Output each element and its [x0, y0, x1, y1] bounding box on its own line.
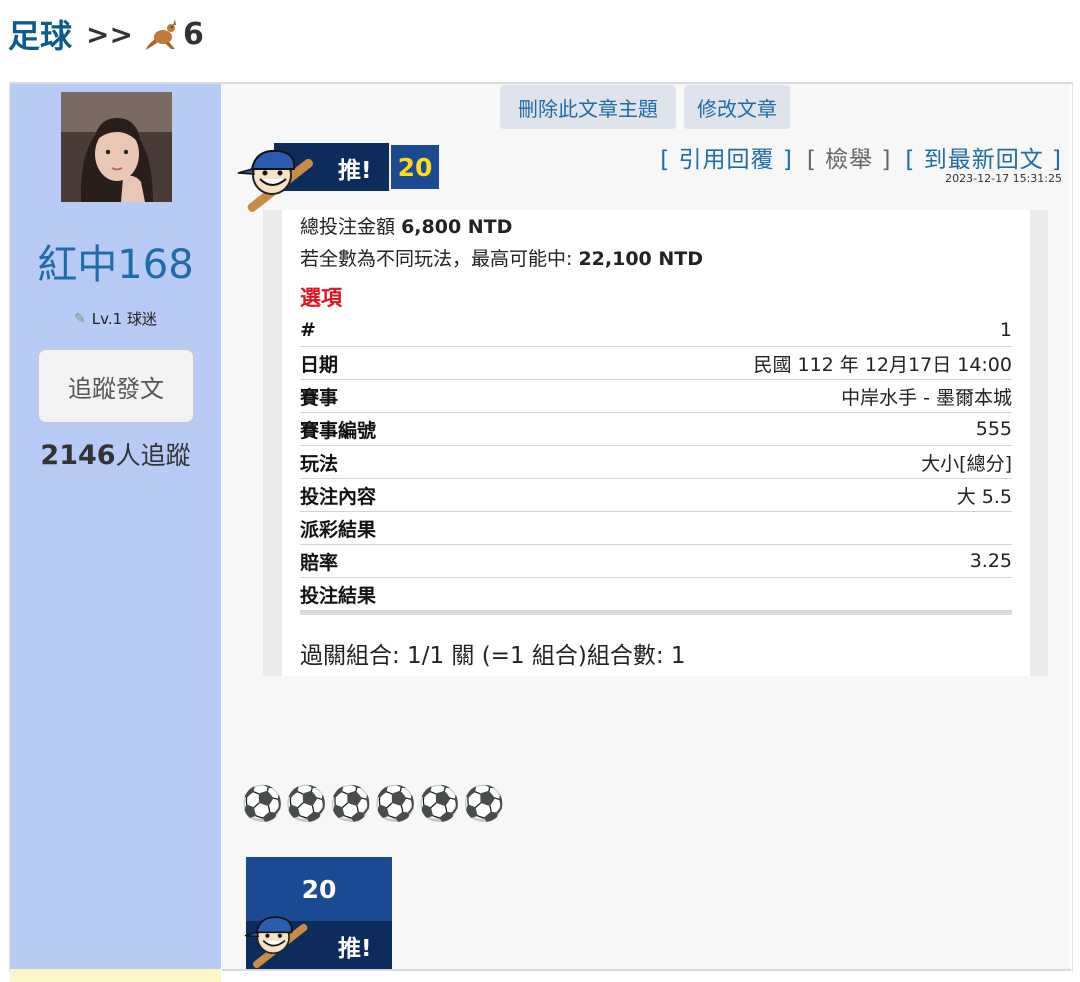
- followers-count: 2146人追蹤: [10, 436, 221, 472]
- push-count: 20: [391, 145, 439, 189]
- avatar-photo: [61, 92, 172, 202]
- row-value: 大小[總分]: [921, 452, 1012, 475]
- combo-summary: 過關組合: 1/1 關 (=1 組合)組合數: 1: [300, 643, 686, 669]
- row-key: 賽事: [300, 386, 339, 409]
- post-divider: [222, 969, 1071, 971]
- author-level: ✎ Lv.1 球迷: [10, 308, 221, 329]
- row-key: #: [300, 319, 316, 341]
- author-sidebar: [10, 84, 221, 969]
- soccer-ball-emojis: ⚽⚽⚽⚽⚽⚽: [241, 784, 508, 824]
- row-key: 玩法: [300, 452, 339, 475]
- followers-number: 2146: [40, 440, 116, 471]
- table-row: 賽事 中岸水手 - 墨爾本城: [300, 380, 1012, 413]
- table-row: 投注結果: [300, 578, 1012, 611]
- kangaroo-icon: [145, 19, 176, 50]
- baseball-mascot-icon: [237, 149, 313, 212]
- table-row: 派彩結果: [300, 512, 1012, 545]
- push-badge[interactable]: 推! 20: [237, 143, 441, 212]
- pencil-icon: ✎: [74, 310, 86, 327]
- edit-post-button[interactable]: 修改文章: [684, 85, 790, 129]
- follow-posts-button[interactable]: 追蹤發文: [38, 349, 194, 423]
- table-row: 賠率 3.25: [300, 545, 1012, 578]
- bet-max-win-label: 若全數為不同玩法，最高可能中:: [300, 248, 573, 270]
- bet-total-value: 6,800 NTD: [401, 216, 513, 238]
- row-value: 中岸水手 - 墨爾本城: [841, 386, 1012, 409]
- report-link[interactable]: [ 檢舉 ]: [807, 140, 892, 174]
- followers-label: 人追蹤: [115, 441, 191, 470]
- row-key: 投注內容: [300, 485, 377, 508]
- bet-total-label: 總投注金額: [300, 216, 396, 238]
- quote-reply-link[interactable]: [ 引用回覆 ]: [660, 140, 793, 174]
- row-value: 民國 112 年 12月17日 14:00: [753, 353, 1012, 376]
- row-value: 555: [975, 418, 1012, 440]
- delete-topic-button[interactable]: 刪除此文章主題: [500, 85, 676, 129]
- author-level-text: Lv.1 球迷: [91, 310, 157, 328]
- push-label-bottom: 推!: [338, 936, 372, 962]
- breadcrumb-root-link[interactable]: 足球: [8, 11, 72, 57]
- row-key: 派彩結果: [300, 518, 377, 541]
- bet-max-win: 若全數為不同玩法，最高可能中: 22,100 NTD: [300, 244, 703, 271]
- latest-reply-link[interactable]: [ 到最新回文 ]: [905, 140, 1062, 174]
- bet-table: #1 日期 民國 112 年 12月17日 14:00 賽事 中岸水手 - 墨爾本城…: [300, 314, 1012, 615]
- baseball-mascot-icon: [244, 916, 308, 969]
- bet-max-win-value: 22,100 NTD: [578, 248, 704, 270]
- options-title: 選項: [300, 286, 342, 310]
- row-key: 投注結果: [300, 584, 377, 607]
- breadcrumb-current-page: 6: [145, 17, 204, 52]
- breadcrumb-separator: >>: [86, 17, 133, 51]
- table-row: 日期 民國 112 年 12月17日 14:00: [300, 347, 1012, 380]
- avatar[interactable]: [61, 92, 172, 202]
- sidebar-footer-strip: [10, 969, 221, 982]
- post-actions: [ 引用回覆 ] [ 檢舉 ] [ 到最新回文 ]: [646, 140, 1062, 174]
- row-value: 大 5.5: [956, 485, 1012, 508]
- row-value: 1: [999, 319, 1012, 341]
- table-row: #1: [300, 314, 1012, 347]
- row-key: 賽事編號: [300, 419, 377, 442]
- table-row: 玩法 大小[總分]: [300, 446, 1012, 479]
- push-badge-bottom[interactable]: 20 推!: [244, 857, 392, 969]
- table-row: 賽事編號 555: [300, 413, 1012, 446]
- bet-total: 總投注金額 6,800 NTD: [300, 212, 512, 239]
- post-timestamp: 2023-12-17 15:31:25: [945, 172, 1062, 185]
- table-row: 投注內容 大 5.5: [300, 479, 1012, 512]
- breadcrumb: 足球 >> 6: [8, 12, 204, 56]
- row-key: 賠率: [300, 551, 339, 574]
- author-username[interactable]: 紅中168: [10, 232, 221, 290]
- table-bottom-border: [300, 611, 1012, 615]
- push-label: 推!: [338, 158, 372, 184]
- breadcrumb-page-number: 6: [182, 16, 204, 52]
- row-value: 3.25: [969, 550, 1012, 572]
- row-key: 日期: [300, 353, 339, 376]
